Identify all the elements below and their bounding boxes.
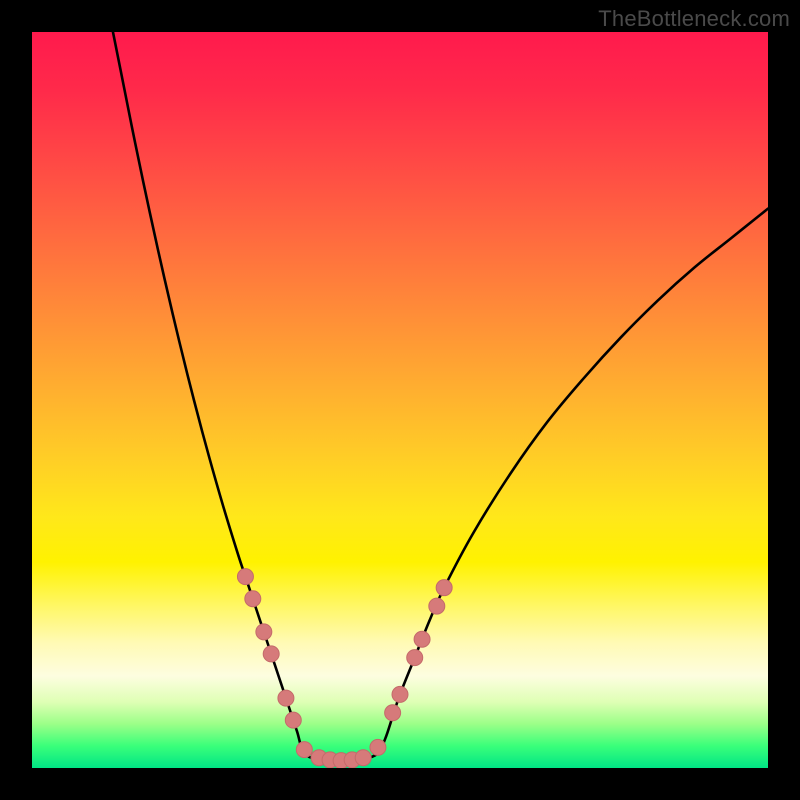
data-marker xyxy=(245,591,261,607)
data-marker xyxy=(296,742,312,758)
data-marker xyxy=(278,690,294,706)
chart-frame: TheBottleneck.com xyxy=(0,0,800,800)
data-marker xyxy=(436,580,452,596)
curve-group xyxy=(113,32,768,761)
data-marker xyxy=(355,750,371,766)
data-marker xyxy=(392,686,408,702)
marker-group xyxy=(237,569,452,768)
data-marker xyxy=(256,624,272,640)
data-marker xyxy=(263,646,279,662)
bottleneck-curve xyxy=(113,32,768,761)
data-marker xyxy=(407,650,423,666)
data-marker xyxy=(429,598,445,614)
data-marker xyxy=(370,739,386,755)
data-marker xyxy=(285,712,301,728)
data-marker xyxy=(385,705,401,721)
watermark-text: TheBottleneck.com xyxy=(598,6,790,32)
data-marker xyxy=(414,631,430,647)
chart-svg xyxy=(32,32,768,768)
plot-area xyxy=(32,32,768,768)
data-marker xyxy=(237,569,253,585)
